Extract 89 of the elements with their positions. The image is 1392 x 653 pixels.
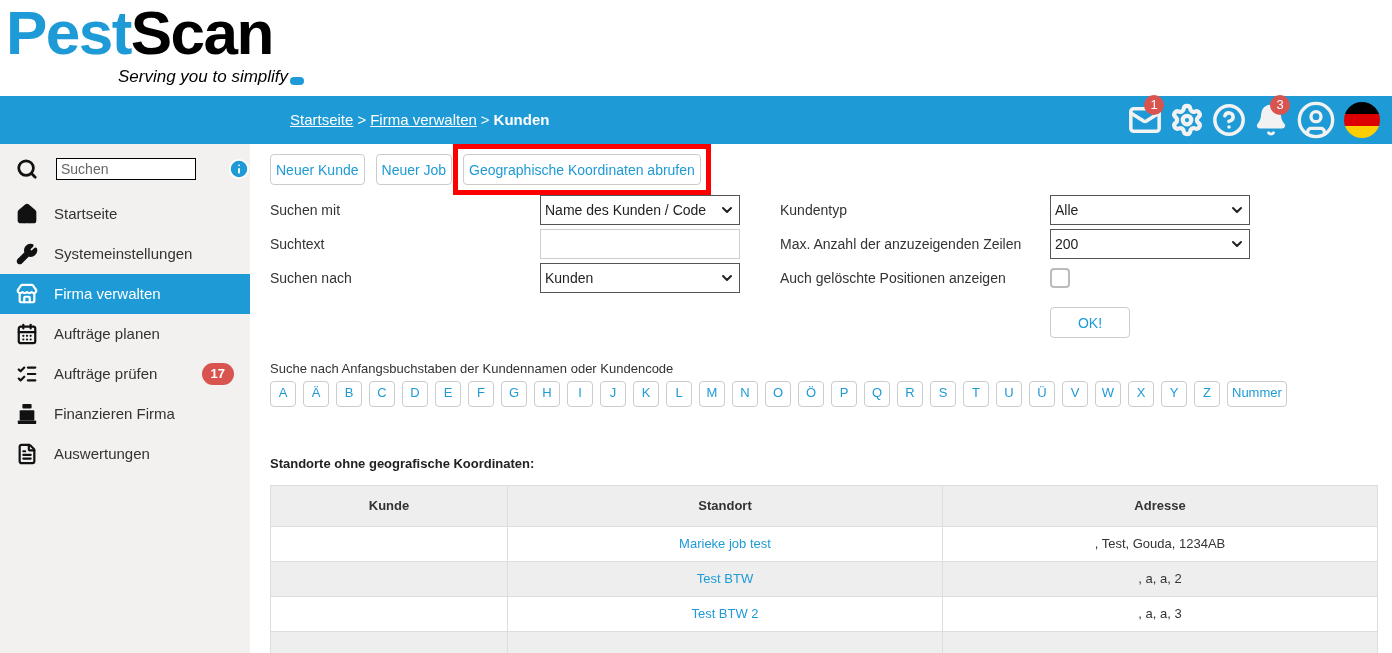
letter-button[interactable]: Q (864, 380, 890, 407)
letter-button[interactable]: L (666, 380, 692, 407)
dropdown[interactable]: Name des Kunden / Code (540, 195, 740, 225)
letter-button[interactable]: K (633, 380, 659, 407)
letter-button[interactable]: X (1128, 380, 1154, 407)
letter-button[interactable]: F (468, 380, 494, 407)
letter-button[interactable]: Z (1194, 380, 1220, 407)
sidebar-item[interactable]: Auswertungen (0, 434, 250, 474)
column-header: Kunde (270, 485, 508, 527)
breadcrumb-separator: > (357, 109, 367, 130)
tagline: Serving you to simplify (118, 66, 289, 88)
letter-button[interactable]: Y (1161, 380, 1187, 407)
search-text-field[interactable] (540, 229, 740, 259)
document-icon (16, 443, 38, 465)
letter-button[interactable]: E (435, 380, 461, 407)
letter-button[interactable]: D (402, 380, 428, 407)
letter-button[interactable]: Ä (303, 380, 329, 407)
column-header: Standort (507, 485, 943, 527)
letter-button[interactable]: W (1095, 380, 1121, 407)
breadcrumb-current: Kunden (493, 109, 550, 130)
letter-button[interactable]: Nummer (1227, 380, 1287, 407)
cash-register-icon (16, 403, 38, 425)
location-link[interactable]: Test BTW (696, 570, 754, 586)
sidebar-item[interactable]: Aufträge prüfen 17 (0, 354, 250, 394)
info-icon[interactable] (228, 158, 250, 180)
breadcrumb-link[interactable]: Startseite (290, 108, 354, 132)
dropdown[interactable]: Alle (1050, 195, 1250, 225)
sidebar-item[interactable]: Startseite (0, 194, 250, 234)
letter-button[interactable]: S (930, 380, 956, 407)
store-icon (16, 283, 38, 305)
letter-button[interactable]: J (600, 380, 626, 407)
letter-button[interactable]: M (699, 380, 725, 407)
sidebar-item[interactable]: Finanzieren Firma (0, 394, 250, 434)
field-label: Suchen mit (270, 201, 342, 220)
field-label: Suchen nach (270, 269, 353, 288)
field-label: Auch gelöschte Positionen anzeigen (780, 269, 1007, 288)
location-link[interactable]: Test BTW 2 (691, 605, 759, 621)
checklist-icon (16, 363, 38, 385)
sidebar-item[interactable]: Systemeinstellungen (0, 234, 250, 274)
count-badge: 17 (201, 363, 234, 385)
letter-button[interactable]: Ö (798, 380, 824, 407)
notification-badge: 1 (1144, 95, 1164, 115)
letter-button[interactable]: O (765, 380, 791, 407)
settings-icon[interactable] (1170, 103, 1204, 137)
sidebar-item[interactable]: Firma verwalten (0, 274, 250, 314)
breadcrumb-link[interactable]: Firma verwalten (370, 108, 477, 132)
home-icon (16, 203, 38, 225)
letter-button[interactable]: V (1062, 380, 1088, 407)
field-label: Kundentyp (780, 201, 848, 220)
capsule-icon (290, 76, 305, 85)
wrench-icon (16, 243, 38, 265)
dropdown[interactable]: 200 (1050, 229, 1250, 259)
letter-button[interactable]: A (270, 380, 296, 407)
dropdown[interactable]: Kunden (540, 263, 740, 293)
search-field[interactable]: Suchen (56, 158, 196, 180)
letter-button[interactable]: R (897, 380, 923, 407)
logo[interactable]: PestScan (6, 2, 1392, 64)
search-icon (16, 158, 38, 180)
field-label: Suchtext (270, 235, 326, 254)
letter-button[interactable]: H (534, 380, 560, 407)
action-button[interactable]: Geographische Koordinaten abrufen (463, 154, 701, 185)
location-link[interactable]: Marieke job test (679, 535, 771, 551)
letter-button[interactable]: N (732, 380, 758, 407)
letter-button[interactable]: P (831, 380, 857, 407)
letter-button[interactable]: C (369, 380, 395, 407)
checkbox[interactable] (1050, 268, 1070, 288)
column-header: Adresse (942, 485, 1378, 527)
breadcrumb-separator: > (480, 109, 490, 130)
calendar-icon (16, 323, 38, 345)
notification-badge: 3 (1270, 95, 1290, 115)
action-button[interactable]: Neuer Kunde (270, 154, 365, 185)
sidebar-item[interactable]: Aufträge planen (0, 314, 250, 354)
user-icon[interactable] (1296, 100, 1336, 140)
table-cell: , a, a, 3 (942, 596, 1378, 632)
letter-button[interactable]: U (996, 380, 1022, 407)
table-cell: , Test, Gouda, 1234AB (942, 526, 1378, 562)
letters-title: Suche nach Anfangsbuchstaben der Kundennamen oder Kundencode (270, 360, 675, 378)
help-icon[interactable] (1212, 103, 1246, 137)
flag-icon[interactable] (1344, 102, 1380, 138)
letter-button[interactable]: G (501, 380, 527, 407)
letter-button[interactable]: B (336, 380, 362, 407)
letter-button[interactable]: Ü (1029, 380, 1055, 407)
letter-button[interactable]: T (963, 380, 989, 407)
ok-button[interactable]: OK! (1050, 307, 1130, 338)
letter-button[interactable]: I (567, 380, 593, 407)
table-title: Standorte ohne geografische Koordinaten: (270, 454, 536, 473)
field-label: Max. Anzahl der anzuzeigenden Zeilen (780, 235, 1023, 254)
table-cell: , a, a, 2 (942, 561, 1378, 597)
action-button[interactable]: Neuer Job (375, 154, 453, 185)
